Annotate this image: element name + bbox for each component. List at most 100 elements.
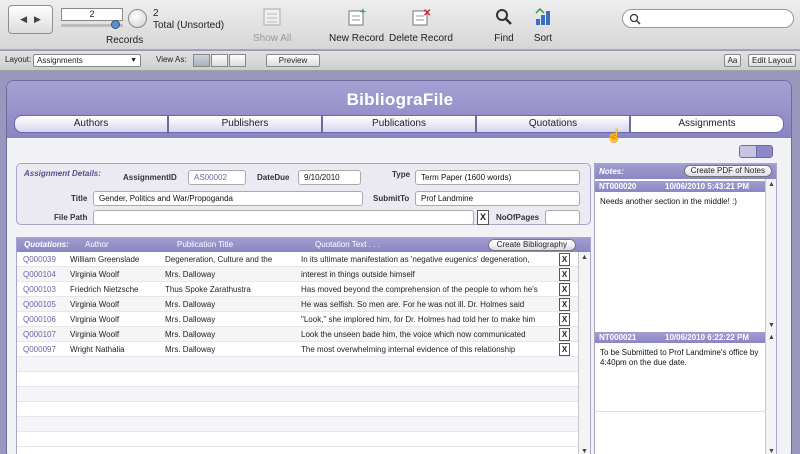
noofpages-label: NoOfPages [496, 213, 540, 222]
quotation-author: Virginia Woolf [70, 300, 120, 309]
quotation-publication: Mrs. Dalloway [165, 345, 216, 354]
quotation-id: Q000039 [23, 255, 56, 264]
tab-assignments[interactable]: Assignments [630, 115, 784, 133]
record-navigation-book[interactable]: ◀ ▶ [8, 5, 53, 34]
quotations-label: Quotations: [24, 240, 69, 249]
quotation-text: Look the unseen bade him, the voice whic… [301, 330, 526, 339]
prev-record-icon[interactable]: ◀ [20, 14, 27, 25]
table-row[interactable]: Q000104 Virginia Woolf Mrs. Dalloway intere… [17, 267, 590, 282]
note-date: 10/06/2010 6:22:22 PM [665, 333, 750, 342]
view-table-button[interactable] [229, 54, 246, 67]
new-record-icon: + [346, 6, 368, 28]
text-format-button[interactable]: Aa [724, 54, 741, 67]
view-as-label: View As: [156, 55, 187, 64]
quotation-publication: Thus Spoke Zarathustra [165, 285, 251, 294]
title-field[interactable]: Gender, Politics and War/Propoganda [93, 191, 363, 206]
delete-quotation-button[interactable]: X [559, 328, 570, 341]
toggle-left[interactable] [740, 146, 757, 157]
note-record: NT000021 10/06/2010 6:22:22 PM To be Sub… [595, 332, 766, 373]
create-pdf-notes-button[interactable]: Create PDF of Notes [683, 165, 772, 177]
note-text[interactable]: Needs another section in the middle! :) [595, 192, 766, 212]
total-label: Total (Unsorted) [153, 20, 225, 31]
layout-label: Layout: [5, 55, 32, 64]
find-button[interactable]: Find [493, 6, 515, 44]
delete-quotation-button[interactable]: X [559, 268, 570, 281]
table-row[interactable]: Q000097 Wright Nathalia Mrs. Dalloway The m… [17, 342, 590, 357]
edit-layout-button[interactable]: Edit Layout [748, 54, 796, 67]
quick-find-search[interactable] [622, 9, 794, 28]
clear-filepath-button[interactable]: X [477, 210, 489, 225]
quotation-author: Wright Nathalia [70, 345, 125, 354]
scroll-up-icon[interactable]: ▲ [766, 179, 776, 191]
next-record-icon[interactable]: ▶ [34, 14, 41, 25]
quotation-id: Q000105 [23, 300, 56, 309]
scroll-up-icon[interactable]: ▲ [766, 332, 776, 344]
table-row[interactable]: Q000103 Friedrich Nietzsche Thus Spoke Zar… [17, 282, 590, 297]
scroll-down-icon[interactable]: ▼ [766, 320, 776, 332]
delete-quotation-button[interactable]: X [559, 283, 570, 296]
app-title: BibliograFile [346, 90, 454, 109]
quotation-author: William Greenslade [70, 255, 140, 264]
scroll-down-icon[interactable]: ▼ [579, 446, 590, 454]
quotation-text: The most overwhelming internal evidence … [301, 345, 516, 354]
type-field[interactable]: Term Paper (1600 words) [415, 170, 580, 185]
sort-label: Sort [533, 33, 553, 44]
note-id: NT000021 [599, 333, 637, 342]
quotation-text: Has moved beyond the comprehension of th… [301, 285, 538, 294]
view-list-button[interactable] [211, 54, 228, 67]
quotation-text: "Look," she implored him, for Dr. Holmes… [301, 315, 536, 324]
scroll-down-icon[interactable]: ▼ [766, 446, 776, 454]
note-2-scrollbar[interactable]: ▲ ▼ [765, 332, 776, 454]
quotations-header: Quotations: Author Publication Title Quo… [17, 238, 590, 252]
assignments-layout: BibliograFile Authors Publishers Publica… [6, 80, 792, 454]
note-text[interactable]: To be Submitted to Prof Landmine's offic… [595, 343, 766, 373]
found-set-pie-icon [128, 9, 147, 28]
panel-view-toggle[interactable] [739, 145, 773, 158]
quotation-author: Friedrich Nietzsche [70, 285, 139, 294]
note-header-bar: NT000021 10/06/2010 6:22:22 PM [595, 332, 766, 343]
tab-authors[interactable]: Authors [14, 115, 168, 133]
submitto-field[interactable]: Prof Landmine [415, 191, 580, 206]
table-row[interactable]: Q000107 Virginia Woolf Mrs. Dalloway Look t… [17, 327, 590, 342]
table-row[interactable]: Q000105 Virginia Woolf Mrs. Dalloway He was… [17, 297, 590, 312]
delete-record-button[interactable]: ✕ Delete Record [389, 6, 453, 44]
note-id: NT000020 [599, 182, 637, 191]
view-form-button[interactable] [193, 54, 210, 67]
assignment-details-label: Assignment Details: [24, 169, 101, 178]
preview-button[interactable]: Preview [266, 54, 320, 67]
filepath-field[interactable] [93, 210, 474, 225]
new-record-button[interactable]: + New Record [329, 6, 384, 44]
records-label: Records [106, 35, 144, 46]
layout-select[interactable]: Assignments ▼ [33, 54, 141, 67]
tab-publications[interactable]: Publications [322, 115, 476, 133]
dropdown-arrow-icon: ▼ [130, 57, 137, 64]
toggle-right[interactable] [756, 146, 772, 157]
delete-quotation-button[interactable]: X [559, 298, 570, 311]
quotation-text: In its ultimate manifestation as 'negati… [301, 255, 530, 264]
empty-row [17, 417, 590, 432]
show-all-button[interactable]: Show All [253, 6, 291, 44]
pointer-hand-icon: ☝ [606, 128, 623, 143]
delete-quotation-button[interactable]: X [559, 343, 570, 356]
datedue-field[interactable]: 9/10/2010 [298, 170, 361, 185]
current-record-field[interactable]: 2 [61, 8, 123, 21]
table-row[interactable]: Q000106 Virginia Woolf Mrs. Dalloway "Look,… [17, 312, 590, 327]
noofpages-field[interactable] [545, 210, 580, 225]
note-1-scrollbar[interactable]: ▲ ▼ [765, 179, 776, 332]
quotations-scrollbar[interactable]: ▲ ▼ [578, 252, 590, 454]
layout-select-value: Assignments [37, 56, 83, 65]
note-date: 10/06/2010 5:43:21 PM [665, 182, 750, 191]
delete-quotation-button[interactable]: X [559, 313, 570, 326]
delete-quotation-button[interactable]: X [559, 253, 570, 266]
notes-divider [595, 411, 766, 412]
table-row[interactable]: Q000039 William Greenslade Degeneration, C… [17, 252, 590, 267]
quotation-author: Virginia Woolf [70, 330, 120, 339]
create-bibliography-button[interactable]: Create Bibliography [487, 239, 576, 251]
sort-button[interactable]: Sort [532, 6, 554, 44]
assignment-id-field[interactable]: AS00002 [188, 170, 246, 185]
quotation-author: Virginia Woolf [70, 270, 120, 279]
title-label: Title [71, 194, 88, 203]
record-slider-thumb[interactable] [111, 20, 120, 29]
scroll-up-icon[interactable]: ▲ [579, 252, 590, 264]
tab-publishers[interactable]: Publishers [168, 115, 322, 133]
